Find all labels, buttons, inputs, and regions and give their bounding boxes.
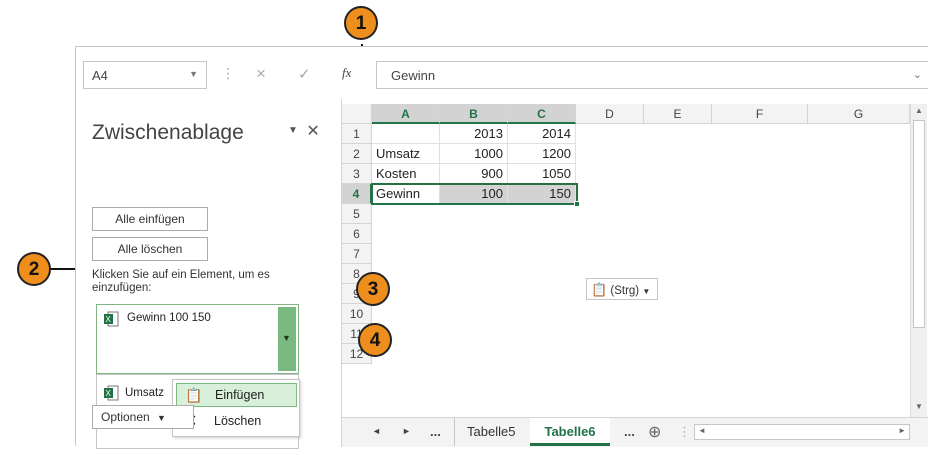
chevron-down-icon: ▼ (282, 333, 291, 343)
fx-icon[interactable]: fx (342, 65, 351, 81)
scroll-thumb[interactable] (913, 120, 925, 328)
cell-a1[interactable] (372, 124, 440, 144)
pane-options-icon[interactable]: ▼ (288, 125, 298, 136)
more-sheets-left[interactable]: ... (430, 424, 441, 439)
row-header-10[interactable]: 10 (342, 304, 372, 324)
scroll-right-icon[interactable]: ► (898, 426, 906, 435)
next-sheet-icon[interactable]: ► (402, 426, 411, 436)
svg-text:X: X (106, 389, 112, 398)
chevron-down-icon[interactable]: ▼ (189, 69, 198, 79)
paste-options-button[interactable]: 📋 (Strg) ▼ (586, 278, 658, 300)
callout-2: 2 (17, 252, 51, 286)
excel-file-icon: X (104, 385, 119, 401)
vertical-scrollbar[interactable]: ▲ ▼ (910, 104, 927, 418)
row-header-6[interactable]: 6 (342, 224, 372, 244)
svg-text:X: X (106, 315, 112, 324)
paste-all-button[interactable]: Alle einfügen (92, 207, 208, 231)
paste-icon: 📋 (185, 387, 203, 403)
more-sheets-right[interactable]: ... (624, 424, 635, 439)
paste-options-label: (Strg) (610, 285, 640, 297)
col-header-a[interactable]: A (372, 104, 440, 124)
fill-handle[interactable] (574, 201, 580, 207)
options-label: Optionen (101, 410, 150, 424)
pane-hint: Klicken Sie auf ein Element, um es einzu… (92, 269, 270, 294)
row-header-3[interactable]: 3 (342, 164, 372, 184)
name-box-value: A4 (92, 68, 108, 83)
separator-dots-icon: ⋮ (221, 65, 235, 81)
formula-bar: A4 ▼ ⋮ × ✓ fx Gewinn ⌄ (76, 47, 928, 99)
row-header-2[interactable]: 2 (342, 144, 372, 164)
col-header-e[interactable]: E (644, 104, 712, 124)
close-icon[interactable]: ✕ (306, 123, 319, 140)
scroll-up-icon[interactable]: ▲ (913, 106, 925, 118)
selection-border (371, 183, 578, 205)
col-header-g[interactable]: G (808, 104, 910, 124)
cancel-icon[interactable]: × (256, 64, 266, 84)
callout-4: 4 (358, 323, 392, 357)
col-header-f[interactable]: F (712, 104, 808, 124)
scroll-down-icon[interactable]: ▼ (913, 402, 925, 414)
callout-1: 1 (344, 6, 378, 40)
menu-item-label: Löschen (214, 414, 262, 428)
cell-b3[interactable]: 900 (440, 164, 508, 184)
col-header-d[interactable]: D (576, 104, 644, 124)
excel-window: A4 ▼ ⋮ × ✓ fx Gewinn ⌄ Zwischenablage ▼ … (75, 46, 928, 449)
horizontal-scrollbar[interactable]: ◄ ► (694, 424, 910, 440)
tab-tabelle6[interactable]: Tabelle6 (530, 418, 610, 446)
cell-c1[interactable]: 2014 (508, 124, 576, 144)
menu-item-paste[interactable]: 📋 Einfügen (176, 383, 297, 407)
expand-formula-icon[interactable]: ⌄ (913, 68, 922, 81)
cell-b2[interactable]: 1000 (440, 144, 508, 164)
select-all-corner[interactable] (342, 104, 372, 124)
cell-c3[interactable]: 1050 (508, 164, 576, 184)
formula-value: Gewinn (391, 68, 436, 83)
cell-c2[interactable]: 1200 (508, 144, 576, 164)
formula-input[interactable]: Gewinn ⌄ (376, 61, 928, 89)
row-header-7[interactable]: 7 (342, 244, 372, 264)
row-header-4[interactable]: 4 (342, 184, 372, 204)
clipboard-pane: Zwischenablage ▼ ✕ Alle einfügen Alle lö… (76, 99, 342, 449)
clipboard-item-text: Umsatz (125, 387, 164, 399)
cell-a2[interactable]: Umsatz (372, 144, 440, 164)
clipboard-item-selected[interactable]: X Gewinn 100 150 ▼ (96, 304, 299, 374)
callout-3: 3 (356, 272, 390, 306)
menu-item-delete[interactable]: ✕ Löschen (176, 410, 297, 434)
worksheet-grid[interactable]: A B C D E F G 1 2 3 4 5 6 7 8 9 10 11 12… (342, 99, 928, 447)
separator-dots-icon: ⋮ (678, 424, 691, 439)
item-dropdown-button[interactable]: ▼ (278, 307, 296, 371)
add-sheet-icon[interactable]: ⊕ (648, 422, 661, 442)
col-header-c[interactable]: C (508, 104, 576, 124)
sheet-tabs-bar: ◄ ► ... Tabelle5 Tabelle6 ... ⊕ ⋮ ◄ ► (342, 417, 928, 447)
pane-title: Zwischenablage (92, 121, 244, 144)
clear-all-button[interactable]: Alle löschen (92, 237, 208, 261)
prev-sheet-icon[interactable]: ◄ (372, 426, 381, 436)
col-header-b[interactable]: B (440, 104, 508, 124)
clipboard-item-text: Gewinn 100 150 (127, 312, 211, 324)
row-header-5[interactable]: 5 (342, 204, 372, 224)
chevron-down-icon: ▼ (157, 413, 166, 423)
tab-tabelle5[interactable]: Tabelle5 (454, 418, 527, 446)
name-box[interactable]: A4 ▼ (83, 61, 207, 89)
chevron-down-icon: ▼ (642, 287, 651, 296)
excel-file-icon: X (104, 311, 119, 327)
pane-controls: ▼ ✕ (288, 121, 320, 141)
scroll-left-icon[interactable]: ◄ (698, 426, 706, 435)
row-header-1[interactable]: 1 (342, 124, 372, 144)
enter-icon[interactable]: ✓ (298, 65, 311, 83)
cell-a3[interactable]: Kosten (372, 164, 440, 184)
cell-b1[interactable]: 2013 (440, 124, 508, 144)
options-button[interactable]: Optionen ▼ (92, 405, 194, 429)
menu-item-label: Einfügen (215, 388, 265, 402)
paste-icon: 📋 (591, 282, 608, 297)
